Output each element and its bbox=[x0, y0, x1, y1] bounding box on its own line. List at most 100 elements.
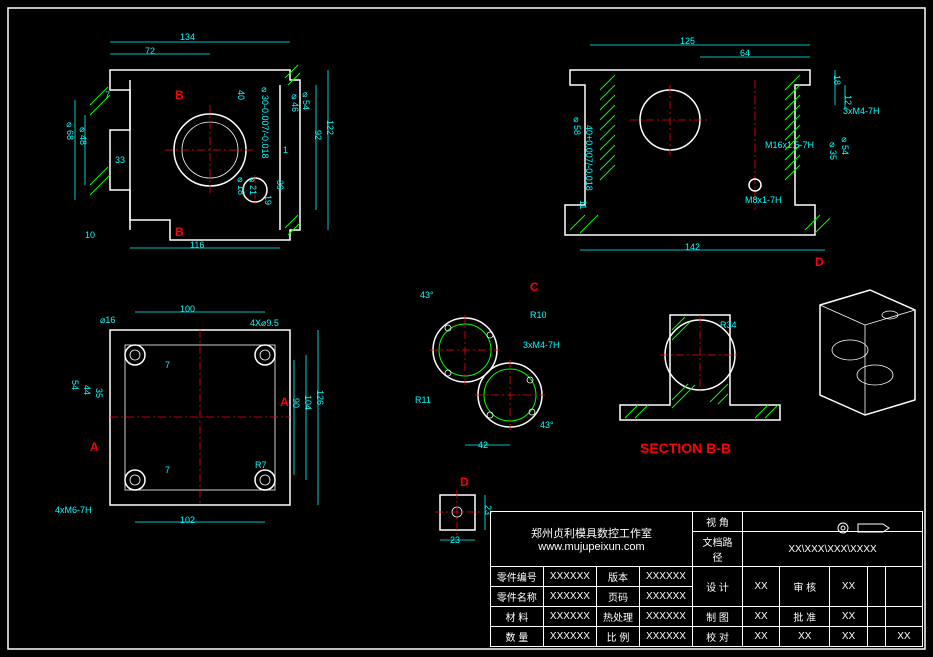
check-v: XX bbox=[830, 567, 867, 607]
path-label: 文档路径 bbox=[693, 532, 743, 567]
dim-90: 90 bbox=[291, 398, 301, 408]
scale-v: XXXXXX bbox=[639, 627, 692, 647]
dim-122: 122 bbox=[325, 120, 335, 135]
verify-v: XX bbox=[743, 627, 780, 647]
dim-r34: R34 bbox=[720, 320, 737, 330]
dim-d68: ⌀68 bbox=[65, 120, 75, 140]
dim-116: 116 bbox=[190, 240, 204, 250]
ht-l: 热处理 bbox=[596, 607, 639, 627]
dim-3xm4c: 3xM4-7H bbox=[523, 340, 560, 350]
dim-54: 54 bbox=[70, 380, 80, 390]
dim-d30tol: ⌀30-0.007/-0.018 bbox=[260, 85, 270, 159]
design-l: 设 计 bbox=[693, 567, 743, 607]
view-top-right bbox=[560, 35, 860, 265]
dim-23w: 23 bbox=[450, 535, 460, 545]
dim-19: 19 bbox=[263, 195, 273, 205]
dim-d54: ⌀54 bbox=[301, 90, 311, 110]
projection-symbol bbox=[833, 522, 893, 534]
detail-c-label: C bbox=[530, 280, 539, 294]
dim-cb: 4X⌀9.5 bbox=[250, 318, 279, 329]
dim-134: 134 bbox=[180, 32, 195, 42]
dim-33: 33 bbox=[115, 155, 125, 165]
dim-d18: ⌀18 bbox=[236, 175, 246, 195]
dim-7a: 7 bbox=[105, 90, 110, 100]
appr-v: XX bbox=[830, 607, 867, 627]
dim-39: 39 bbox=[275, 180, 285, 190]
dim-142: 142 bbox=[685, 242, 700, 252]
ver-v: XXXXXX bbox=[639, 567, 692, 587]
dim-100: 100 bbox=[180, 304, 195, 314]
dim-d21: ⌀21 bbox=[248, 175, 258, 195]
mat-l: 材 料 bbox=[490, 607, 543, 627]
appr-l: 批 准 bbox=[780, 607, 830, 627]
verify-l: 校 对 bbox=[693, 627, 743, 647]
dim-d48: ⌀48 bbox=[78, 125, 88, 145]
partname-v: XXXXXX bbox=[543, 587, 596, 607]
dim-10: 10 bbox=[85, 230, 95, 240]
dim-72: 72 bbox=[145, 46, 155, 56]
dim-125: 125 bbox=[680, 36, 695, 46]
dim-64: 64 bbox=[740, 48, 750, 58]
dim-r7: R7 bbox=[255, 460, 267, 470]
page-v: XXXXXX bbox=[639, 587, 692, 607]
view-iso bbox=[800, 275, 930, 425]
dim-12: 12 bbox=[843, 95, 853, 105]
dim-104: 104 bbox=[303, 395, 313, 410]
section-d: D bbox=[815, 255, 824, 269]
view-label: 视 角 bbox=[693, 512, 743, 532]
dim-3xm4: 3xM4-7H bbox=[843, 106, 880, 116]
check-l: 审 核 bbox=[780, 567, 830, 607]
ver-l: 版本 bbox=[596, 567, 639, 587]
dim-43a: 43° bbox=[420, 290, 434, 300]
mat-v: XXXXXX bbox=[543, 607, 596, 627]
dim-m8: M8x1-7H bbox=[745, 195, 782, 205]
qty-v: XXXXXX bbox=[543, 627, 596, 647]
dim-7bl2: 7 bbox=[165, 465, 170, 475]
design-v: XX bbox=[743, 567, 780, 607]
dim-35: 35 bbox=[94, 388, 104, 398]
ht-v: XXXXXX bbox=[639, 607, 692, 627]
section-b2: B bbox=[175, 225, 184, 239]
dim-d58: ⌀58 bbox=[572, 115, 582, 135]
dim-40tol: 40+0.007/-0.018 bbox=[584, 125, 594, 191]
detail-d-label: D bbox=[460, 475, 469, 489]
dim-11: 11 bbox=[578, 200, 588, 209]
page-l: 页码 bbox=[596, 587, 639, 607]
dim-d54r: ⌀54 bbox=[840, 135, 850, 155]
detail-c bbox=[400, 280, 580, 460]
draw-l: 制 图 bbox=[693, 607, 743, 627]
section-bb bbox=[610, 290, 790, 450]
section-a2: A bbox=[90, 440, 99, 454]
dim-44: 44 bbox=[82, 385, 92, 395]
section-bb-title: SECTION B-B bbox=[640, 440, 731, 456]
dim-d16: ⌀16 bbox=[100, 315, 115, 326]
dim-40: 40 bbox=[236, 90, 246, 100]
dim-7bl: 7 bbox=[165, 360, 170, 370]
qty-l: 数 量 bbox=[490, 627, 543, 647]
dim-102: 102 bbox=[180, 515, 195, 525]
dim-m16: M16x1.5-7H bbox=[765, 140, 814, 150]
company: 郑州贞利模具数控工作室 bbox=[497, 525, 686, 541]
dim-18: 18 bbox=[832, 75, 842, 85]
dim-r10: R10 bbox=[530, 310, 547, 320]
dim-d46: ⌀46 bbox=[290, 92, 300, 112]
dim-42: 42 bbox=[478, 440, 488, 450]
view-top-left bbox=[70, 30, 350, 270]
title-block: 郑州贞利模具数控工作室 www.mujupeixun.com 视 角 文档路径 … bbox=[490, 511, 923, 647]
section-a1: A bbox=[280, 395, 289, 409]
scale-l: 比 例 bbox=[596, 627, 639, 647]
partno-l: 零件编号 bbox=[490, 567, 543, 587]
view-bottom-left bbox=[60, 300, 340, 540]
draw-v: XX bbox=[743, 607, 780, 627]
section-b1: B bbox=[175, 88, 184, 102]
url[interactable]: www.mujupeixun.com bbox=[538, 541, 644, 553]
path-val: XX\XXX\XXX\XXXX bbox=[743, 532, 923, 567]
dim-1: 1 bbox=[283, 145, 288, 155]
dim-r11: R11 bbox=[415, 395, 431, 405]
dim-126: 126 bbox=[315, 390, 325, 405]
dim-4xm6: 4xM6-7H bbox=[55, 505, 92, 515]
partno-v: XXXXXX bbox=[543, 567, 596, 587]
dim-43b: 43° bbox=[540, 420, 554, 430]
dim-d35: ⌀35 bbox=[828, 140, 838, 160]
dim-92: 92 bbox=[313, 130, 323, 140]
